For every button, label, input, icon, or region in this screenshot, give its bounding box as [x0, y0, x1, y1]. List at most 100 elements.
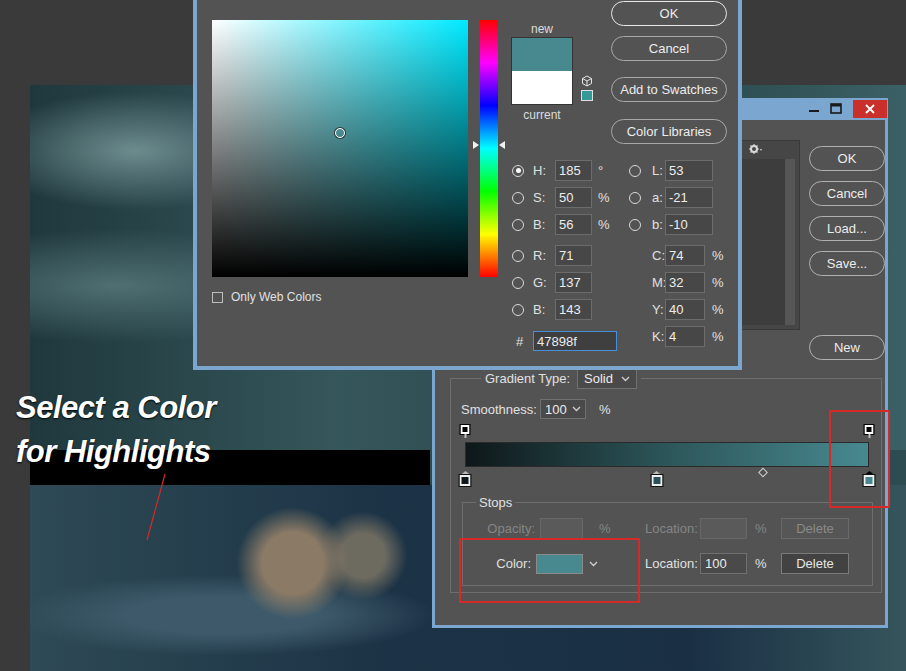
- opacity-row: Opacity:%Location:%Delete: [463, 518, 872, 539]
- screen: OKCancelLoad...Save...NewGradient Type:S…: [0, 0, 906, 671]
- value-field[interactable]: -21: [665, 187, 713, 208]
- chevron-icon: [621, 376, 630, 382]
- midpoint-diamond[interactable]: [758, 468, 768, 478]
- gradient-bar[interactable]: [465, 442, 869, 467]
- radio-button[interactable]: [512, 250, 524, 262]
- value-text: 4: [669, 329, 676, 344]
- radio-button[interactable]: [512, 304, 524, 316]
- cube-icon[interactable]: [581, 75, 593, 87]
- radio-button[interactable]: [629, 219, 641, 231]
- color-stop[interactable]: [651, 471, 662, 486]
- current-color[interactable]: [512, 71, 572, 104]
- value-field[interactable]: -10: [665, 214, 713, 235]
- dialog-button[interactable]: Cancel: [611, 36, 727, 61]
- value-field[interactable]: 40: [665, 299, 705, 320]
- value-text: 56: [559, 217, 573, 232]
- color-value-row: B:56%: [511, 214, 628, 235]
- color-stops-track: [465, 467, 869, 487]
- minimize-icon[interactable]: [807, 102, 821, 116]
- web-safe-swatch[interactable]: [581, 90, 593, 101]
- value-field[interactable]: 137: [555, 272, 592, 293]
- only-web-colors: Only Web Colors: [212, 290, 468, 304]
- smoothness-value: 100: [545, 402, 567, 417]
- gear-icon[interactable]: [749, 144, 763, 154]
- location-field[interactable]: 100: [700, 553, 747, 574]
- current-label: current: [523, 107, 560, 123]
- dialog-button[interactable]: Add to Swatches: [611, 77, 727, 102]
- color-swatch: [511, 37, 573, 105]
- color-stop[interactable]: [460, 471, 471, 486]
- value-unit: %: [712, 248, 724, 263]
- location-unit: %: [755, 521, 765, 536]
- radio-button[interactable]: [512, 192, 524, 204]
- gradient-type-value: Solid: [584, 371, 613, 386]
- radio-button[interactable]: [629, 192, 641, 204]
- value-text: 50: [559, 190, 573, 205]
- close-icon: [865, 104, 875, 114]
- dialog-button[interactable]: Cancel: [809, 181, 885, 206]
- smoothness-label: Smoothness:: [461, 402, 540, 417]
- color-value-row: K:4%: [628, 326, 724, 347]
- color-field[interactable]: [212, 20, 468, 277]
- gradient-area: [465, 425, 869, 487]
- hex-value: 47898f: [537, 334, 577, 349]
- value-label: B:: [533, 302, 553, 317]
- color-label: Color:: [463, 556, 531, 571]
- checkbox[interactable]: [212, 292, 223, 303]
- radio-button[interactable]: [512, 219, 524, 231]
- value-field[interactable]: 74: [665, 245, 705, 266]
- opacity-stop[interactable]: [865, 425, 874, 438]
- color-value-row: R:71: [511, 245, 628, 266]
- button-label: Add to Swatches: [620, 82, 718, 97]
- dialog-button[interactable]: Load...: [809, 216, 885, 241]
- color-value-row: Y:40%: [628, 299, 724, 320]
- new-button[interactable]: New: [809, 335, 885, 360]
- gradient-type-dropdown[interactable]: Solid: [577, 368, 637, 389]
- color-marker[interactable]: [335, 128, 345, 138]
- value-field[interactable]: 32: [665, 272, 705, 293]
- value-label: K:: [652, 329, 665, 344]
- value-field[interactable]: 71: [555, 245, 592, 266]
- smoothness-field[interactable]: 100: [540, 399, 586, 419]
- color-stop[interactable]: [864, 471, 875, 486]
- value-label: B:: [533, 217, 553, 232]
- color-value-row: H:185°: [511, 160, 628, 181]
- radio-button[interactable]: [512, 277, 524, 289]
- highlight-box: [829, 410, 890, 508]
- radio-button[interactable]: [629, 165, 641, 177]
- delete-wrap: Delete: [781, 553, 849, 574]
- dialog-button[interactable]: Save...: [809, 251, 885, 276]
- swatch-column: newcurrent: [511, 0, 573, 123]
- dialog-button[interactable]: OK: [611, 1, 727, 26]
- caption-line: for Highlights: [16, 430, 216, 474]
- dialog-button[interactable]: OK: [809, 146, 885, 171]
- value-field[interactable]: 53: [665, 160, 713, 181]
- callout-line-icon: [140, 468, 170, 543]
- value-field[interactable]: 56: [555, 214, 592, 235]
- value-label: C:: [652, 248, 665, 263]
- delete-button[interactable]: Delete: [781, 553, 849, 574]
- color-swatch[interactable]: [536, 554, 583, 574]
- value-field[interactable]: 50: [555, 187, 592, 208]
- gamut-column: [576, 0, 603, 101]
- hex-field[interactable]: 47898f: [533, 331, 617, 351]
- radio-button[interactable]: [512, 165, 524, 177]
- hue-slider[interactable]: [480, 20, 498, 277]
- close-button[interactable]: [853, 100, 887, 118]
- maximize-icon[interactable]: [829, 102, 843, 116]
- value-field[interactable]: 143: [555, 299, 592, 320]
- value-label: M:: [652, 275, 665, 290]
- opacity-field: [540, 518, 583, 539]
- dialog-button[interactable]: Color Libraries: [611, 119, 727, 144]
- color-value-row: M:32%: [628, 272, 724, 293]
- fields-right: L:53a:-21b:-10C:74%M:32%Y:40%K:4%: [628, 160, 724, 351]
- color-value-row: b:-10: [628, 214, 724, 235]
- value-field[interactable]: 185: [555, 160, 592, 181]
- highlight-box: [459, 538, 640, 603]
- color-stop-swatch: [651, 475, 662, 486]
- gradient-editor-buttons: OK Cancel Load... Save...: [809, 146, 885, 276]
- opacity-stop[interactable]: [461, 425, 470, 438]
- value-field[interactable]: 4: [665, 326, 705, 347]
- picker-top-row: newcurrent OK Cancel Add to Swatches Color L…: [511, 0, 727, 144]
- value-label: R:: [533, 248, 553, 263]
